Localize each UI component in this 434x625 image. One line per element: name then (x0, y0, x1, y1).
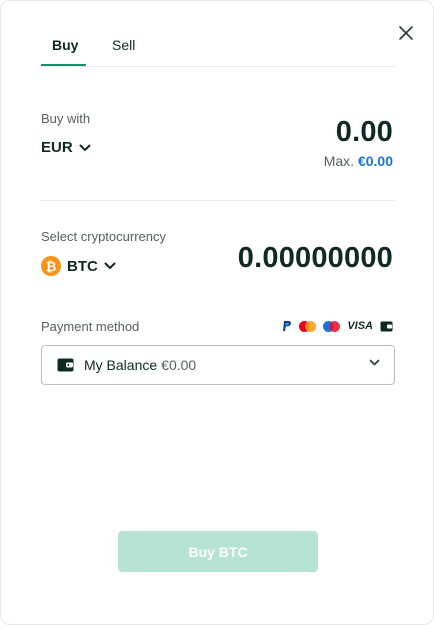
max-value-link[interactable]: €0.00 (358, 153, 393, 169)
payment-method-label: Payment method (41, 319, 140, 334)
paypal-icon (283, 321, 292, 331)
close-icon (399, 26, 413, 40)
chevron-down-icon (369, 359, 380, 366)
crypto-currency-select[interactable]: ₿ BTC (41, 256, 116, 276)
payment-method-name: My Balance (84, 357, 158, 373)
close-button[interactable] (394, 21, 418, 45)
tab-buy[interactable]: Buy (52, 37, 78, 53)
max-amount: Max. €0.00 (324, 153, 393, 169)
fiat-currency-value: EUR (41, 139, 73, 156)
buy-sell-dialog: Buy Sell Buy with EUR 0.00 Max. €0.00 Se… (0, 0, 434, 625)
payment-method-balance: €0.00 (161, 357, 197, 373)
maestro-icon (323, 320, 341, 332)
max-label: Max. (323, 153, 355, 169)
fiat-amount-input[interactable]: 0.00 (336, 116, 393, 149)
wallet-icon (57, 358, 74, 372)
active-tab-indicator (41, 64, 86, 66)
fiat-currency-select[interactable]: EUR (41, 139, 91, 156)
buy-with-label: Buy with (41, 111, 91, 126)
chevron-down-icon (104, 262, 116, 269)
crypto-amount-input[interactable]: 0.00000000 (238, 242, 393, 275)
buy-btc-button[interactable]: Buy BTC (118, 531, 318, 572)
visa-icon: VISA (347, 320, 373, 332)
bitcoin-icon: ₿ (41, 256, 61, 276)
payment-method-select[interactable]: My Balance €0.00 (41, 345, 395, 385)
mastercard-icon (299, 320, 317, 332)
select-crypto-label: Select cryptocurrency (41, 229, 166, 244)
trade-tabs: Buy Sell (41, 31, 395, 67)
payment-logos: VISA (282, 320, 393, 332)
tab-sell[interactable]: Sell (112, 37, 135, 53)
wallet-icon (380, 321, 393, 331)
section-divider (41, 200, 395, 201)
chevron-down-icon (79, 144, 91, 151)
crypto-currency-value: BTC (67, 257, 98, 275)
